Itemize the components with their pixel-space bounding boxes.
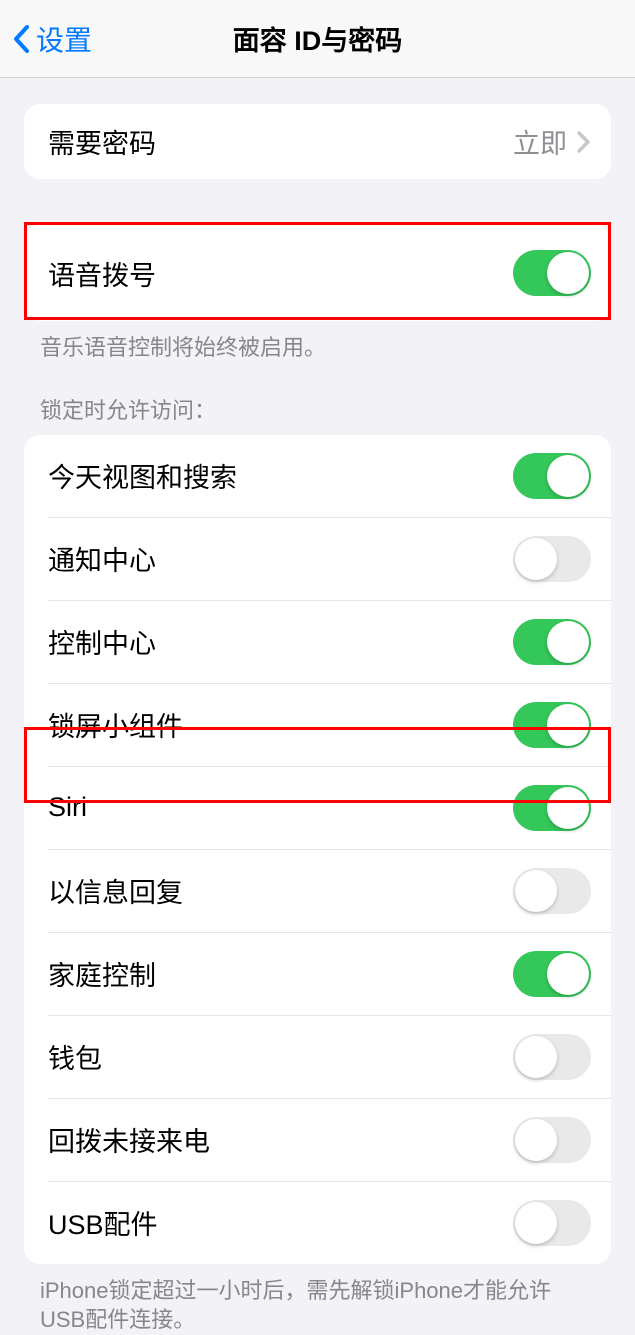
row-label: 锁屏小组件 (48, 705, 183, 744)
footer-locked-access: iPhone锁定超过一小时后，需先解锁iPhone才能允许USB配件连接。 (0, 1264, 635, 1335)
switch-toggle[interactable] (513, 785, 591, 831)
row-locked-access-item: 以信息回复 (48, 849, 611, 932)
row-locked-access-item: Siri (48, 766, 611, 849)
switch-toggle[interactable] (513, 951, 591, 997)
group-voice-dial: 语音拨号 (24, 225, 611, 321)
row-locked-access-item: 锁屏小组件 (48, 683, 611, 766)
row-label: Siri (48, 792, 87, 823)
row-require-passcode[interactable]: 需要密码 立即 (24, 104, 611, 179)
group-locked-access: 今天视图和搜索通知中心控制中心锁屏小组件 Siri 以信息回复家庭控制钱包回拨未接来… (24, 435, 611, 1264)
switch-toggle[interactable] (513, 868, 591, 914)
switch-toggle[interactable] (513, 1117, 591, 1163)
row-locked-access-item: USB配件 (48, 1181, 611, 1264)
row-label: 钱包 (48, 1037, 102, 1076)
row-label: 回拨未接来电 (48, 1120, 210, 1159)
row-label: 以信息回复 (48, 871, 183, 910)
switch-toggle[interactable] (513, 536, 591, 582)
switch-toggle[interactable] (513, 1200, 591, 1246)
switch-toggle[interactable] (513, 702, 591, 748)
row-locked-access-item: 回拨未接来电 (48, 1098, 611, 1181)
footer-voice-dial: 音乐语音控制将始终被启用。 (0, 321, 635, 363)
row-locked-access-item: 今天视图和搜索 (24, 435, 611, 517)
back-button[interactable]: 设置 (12, 19, 92, 59)
row-locked-access-item: 钱包 (48, 1015, 611, 1098)
row-label: 语音拨号 (48, 254, 156, 293)
navbar: 设置 面容 ID与密码 (0, 0, 635, 78)
switch-voice-dial[interactable] (513, 250, 591, 296)
row-label: 今天视图和搜索 (48, 456, 237, 495)
row-locked-access-item: 控制中心 (48, 600, 611, 683)
header-locked-access: 锁定时允许访问： (0, 393, 635, 435)
row-voice-dial: 语音拨号 (24, 231, 611, 315)
row-label: 控制中心 (48, 622, 156, 661)
switch-toggle[interactable] (513, 453, 591, 499)
row-value: 立即 (513, 122, 567, 161)
row-label: 家庭控制 (48, 954, 156, 993)
group-require-passcode: 需要密码 立即 (24, 104, 611, 179)
switch-toggle[interactable] (513, 1034, 591, 1080)
chevron-right-icon (577, 131, 591, 153)
row-label: 需要密码 (48, 122, 156, 161)
row-label: USB配件 (48, 1203, 158, 1242)
chevron-left-icon (12, 24, 32, 54)
back-label: 设置 (36, 19, 92, 59)
switch-toggle[interactable] (513, 619, 591, 665)
row-label: 通知中心 (48, 539, 156, 578)
row-locked-access-item: 通知中心 (48, 517, 611, 600)
page-title: 面容 ID与密码 (0, 19, 635, 58)
row-locked-access-item: 家庭控制 (48, 932, 611, 1015)
